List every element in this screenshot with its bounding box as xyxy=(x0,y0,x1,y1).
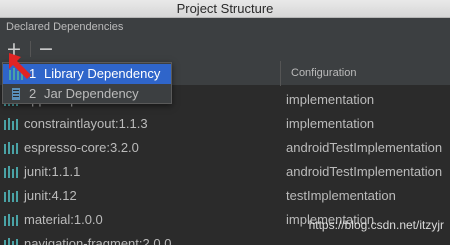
library-icon xyxy=(4,142,18,154)
menu-item-label: Library Dependency xyxy=(44,66,161,81)
dependency-name: junit:4.12 xyxy=(24,188,77,203)
jar-icon xyxy=(12,88,20,100)
configuration-column-header[interactable]: Configuration xyxy=(280,61,356,86)
library-icon xyxy=(4,190,18,202)
toolbar: + − xyxy=(0,37,450,61)
table-row[interactable]: constraintlayout:1.1.3 implementation xyxy=(0,112,450,136)
dependency-configuration: implementation xyxy=(286,116,375,131)
library-icon xyxy=(4,118,18,130)
dependency-name: constraintlayout:1.1.3 xyxy=(24,116,148,131)
title-bar: Project Structure xyxy=(0,0,450,18)
library-icon xyxy=(4,238,18,245)
dependency-name: junit:1.1.1 xyxy=(24,164,81,179)
dependency-name: material:1.0.0 xyxy=(24,212,103,227)
menu-item-label: Jar Dependency xyxy=(44,86,139,101)
window-title: Project Structure xyxy=(176,1,274,16)
red-arrow-annotation xyxy=(9,53,31,79)
dependency-configuration: implementation xyxy=(286,92,375,107)
library-icon xyxy=(4,166,18,178)
watermark-text: https://blog.csdn.net/itzyjr xyxy=(308,218,444,232)
dependency-name: navigation-fragment:2.0.0 xyxy=(24,236,172,245)
dependency-configuration: androidTestImplementation xyxy=(286,140,443,155)
library-icon xyxy=(4,214,18,226)
declared-dependencies-header: Declared Dependencies xyxy=(0,18,450,37)
menu-item-number: 2 xyxy=(29,86,37,101)
table-row[interactable]: junit:4.12 testImplementation xyxy=(0,184,450,208)
table-row[interactable]: junit:1.1.1 androidTestImplementation xyxy=(0,160,450,184)
menu-item-jar-dependency[interactable]: 2 Jar Dependency xyxy=(3,84,171,104)
dependency-configuration: testImplementation xyxy=(286,188,396,203)
table-row[interactable]: espresso-core:3.2.0 androidTestImplement… xyxy=(0,136,450,160)
dependency-configuration: androidTestImplementation xyxy=(286,164,443,179)
remove-dependency-button[interactable]: − xyxy=(36,39,56,59)
dependency-name: espresso-core:3.2.0 xyxy=(24,140,139,155)
table-row[interactable]: navigation-fragment:2.0.0 xyxy=(0,232,450,245)
